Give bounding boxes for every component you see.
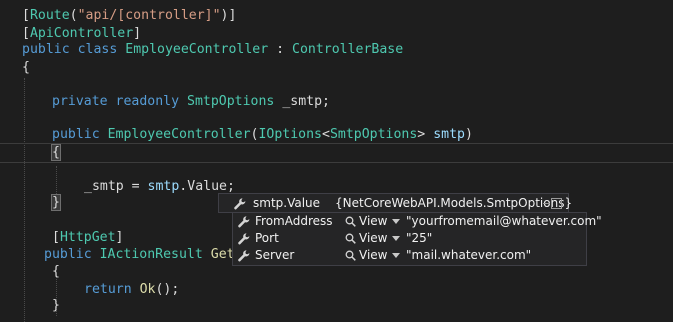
code-line-constructor-signature[interactable]: public EmployeeController(IOptions<SmtpO… [52, 125, 473, 145]
code-line-method-signature[interactable]: public IActionResult GetE [44, 245, 243, 265]
magnifier-icon [345, 233, 356, 244]
datatip-row-name: Server [255, 248, 295, 262]
datatip-view-button[interactable]: View [345, 213, 401, 230]
datatip-row-name: FromAddress [255, 214, 333, 228]
code-line-constructor-close-brace[interactable]: } [51, 193, 61, 213]
matched-brace: { [51, 144, 61, 161]
dropdown-arrow-icon[interactable] [392, 236, 401, 241]
code-line-method-close-brace[interactable]: } [52, 296, 60, 316]
dropdown-arrow-icon[interactable] [392, 253, 401, 258]
datatip-header-value: {NetCoreWebAPI.Models.SmtpOptions} [335, 196, 573, 210]
datatip-row-value[interactable]: "25" [406, 230, 432, 247]
code-line-field-declaration[interactable]: private readonly SmtpOptions _smtp; [52, 92, 330, 112]
current-line-highlight [0, 143, 673, 163]
datatip-row[interactable]: Port View "25" [233, 230, 586, 247]
pin-icon[interactable] [551, 198, 562, 209]
wrench-icon [238, 250, 250, 262]
code-line-method-open-brace[interactable]: { [52, 262, 60, 282]
matched-brace: } [51, 194, 61, 211]
datatip-row-value[interactable]: "yourfromemail@whatever.com" [406, 213, 602, 230]
code-line-return[interactable]: return Ok(); [84, 280, 179, 300]
magnifier-icon [345, 250, 356, 261]
datatip-view-button[interactable]: View [345, 247, 401, 264]
datatip-view-button[interactable]: View [345, 230, 401, 247]
code-line-route-attribute[interactable]: [Route("api/[controller]")] [22, 6, 236, 26]
code-line-assignment[interactable]: _smtp = smtp.Value; [84, 177, 235, 197]
code-editor[interactable]: [Route("api/[controller]")] [ApiControll… [0, 0, 673, 322]
code-line-class-open-brace[interactable]: { [22, 58, 30, 78]
pin-dash [543, 203, 550, 204]
dropdown-arrow-icon[interactable] [392, 219, 401, 224]
magnifier-icon [345, 216, 356, 227]
code-line-constructor-open-brace[interactable]: { [51, 143, 61, 163]
datatip-header[interactable]: smtp.Value {NetCoreWebAPI.Models.SmtpOpt… [218, 193, 573, 213]
datatip-row[interactable]: Server View "mail.whatever.com" [233, 247, 586, 264]
wrench-icon [238, 216, 250, 228]
wrench-icon [234, 198, 246, 210]
code-line-class-declaration[interactable]: public class EmployeeController : Contro… [22, 40, 403, 60]
datatip-row-value[interactable]: "mail.whatever.com" [406, 247, 531, 264]
datatip-header-name: smtp.Value [253, 196, 321, 210]
datatip-row[interactable]: FromAddress View "yourfromemail@whatever… [233, 213, 602, 230]
indent-guide [24, 78, 25, 322]
datatip-row-name: Port [255, 231, 279, 245]
datatip-members: FromAddress View "yourfromemail@whatever… [232, 212, 602, 266]
wrench-icon [238, 233, 250, 245]
